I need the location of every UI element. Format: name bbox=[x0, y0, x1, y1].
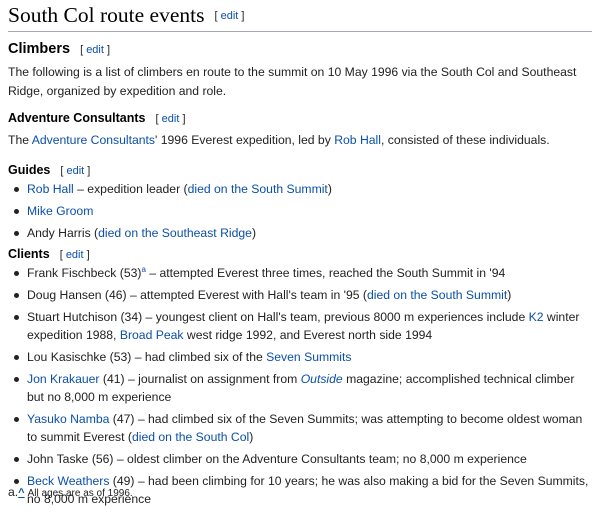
guide-end: ) bbox=[251, 226, 256, 240]
section-heading: South Col route events [ edit ] bbox=[8, 1, 592, 32]
outside-magazine-link[interactable]: Outside bbox=[301, 372, 343, 386]
climbers-edit-link[interactable]: edit bbox=[86, 44, 104, 56]
ac-title: Adventure Consultants bbox=[8, 111, 146, 125]
list-item: Stuart Hutchison (34) – youngest client … bbox=[8, 308, 592, 344]
guide-andy-harris: Andy Harris ( bbox=[27, 226, 99, 240]
client-end: ) bbox=[249, 430, 254, 444]
ac-text-2: ' 1996 Everest expedition, led by bbox=[155, 133, 335, 147]
ac-edit-link[interactable]: edit bbox=[162, 113, 180, 125]
client-text: Doug Hansen (46) – attempted Everest wit… bbox=[27, 288, 367, 302]
bullet-icon bbox=[14, 293, 19, 298]
guide-mike-groom-link[interactable]: Mike Groom bbox=[27, 204, 93, 218]
bullet-icon bbox=[14, 187, 19, 192]
clients-heading: Clients [ edit ] bbox=[8, 246, 90, 263]
clients-edit: [ edit ] bbox=[59, 249, 90, 261]
died-south-summit-link[interactable]: died on the South Summit bbox=[367, 288, 507, 302]
guides-heading: Guides [ edit ] bbox=[8, 162, 90, 179]
guides-edit-link[interactable]: edit bbox=[67, 165, 85, 177]
guides-title: Guides bbox=[8, 163, 51, 177]
bullet-icon bbox=[14, 417, 19, 422]
yasuko-namba-link[interactable]: Yasuko Namba bbox=[27, 412, 109, 426]
adventure-consultants-heading: Adventure Consultants [ edit ] bbox=[8, 110, 186, 127]
client-text: – attempted Everest three times, reached… bbox=[145, 266, 506, 280]
rob-hall-link[interactable]: Rob Hall bbox=[334, 133, 381, 147]
climbers-heading: Climbers [ edit ] bbox=[8, 40, 110, 59]
guides-edit: [ edit ] bbox=[60, 165, 91, 177]
list-item: Frank Fischbeck (53)a – attempted Everes… bbox=[8, 264, 592, 282]
bullet-icon bbox=[14, 457, 19, 462]
climbers-edit: [ edit ] bbox=[80, 44, 111, 56]
client-text: John Taske (56) – oldest climber on the … bbox=[27, 452, 527, 466]
clients-title: Clients bbox=[8, 247, 50, 261]
client-text: (47) – had climbed six of the Seven Summ… bbox=[27, 412, 583, 444]
section-edit: [ edit ] bbox=[214, 10, 245, 22]
guide-rob-hall-link[interactable]: Rob Hall bbox=[27, 182, 74, 196]
list-item: Doug Hansen (46) – attempted Everest wit… bbox=[8, 286, 592, 304]
client-text: Lou Kasischke (53) – had climbed six of … bbox=[27, 350, 267, 364]
list-item: Yasuko Namba (47) – had climbed six of t… bbox=[8, 410, 592, 446]
climbers-title: Climbers bbox=[8, 41, 71, 57]
client-text: west ridge 1992, and Everest north side … bbox=[183, 328, 433, 342]
died-south-col-link[interactable]: died on the South Col bbox=[132, 430, 249, 444]
clients-edit-link[interactable]: edit bbox=[66, 249, 84, 261]
jon-krakauer-link[interactable]: Jon Krakauer bbox=[27, 372, 100, 386]
bullet-icon bbox=[14, 355, 19, 360]
list-item: Jon Krakauer (41) – journalist on assign… bbox=[8, 370, 592, 406]
clients-list: Frank Fischbeck (53)a – attempted Everes… bbox=[8, 264, 592, 512]
ac-edit: [ edit ] bbox=[155, 113, 186, 125]
footnote: a.^ All ages are as of 1996. bbox=[8, 484, 133, 502]
client-text: Stuart Hutchison (34) – youngest client … bbox=[27, 310, 529, 324]
ac-paragraph: The Adventure Consultants' 1996 Everest … bbox=[8, 131, 592, 150]
bullet-icon bbox=[14, 315, 19, 320]
adventure-consultants-link[interactable]: Adventure Consultants bbox=[32, 133, 155, 147]
died-south-summit-link[interactable]: died on the South Summit bbox=[188, 182, 328, 196]
list-item: Mike Groom bbox=[8, 202, 592, 220]
footnote-text: All ages are as of 1996. bbox=[27, 488, 133, 499]
list-item: Rob Hall – expedition leader (died on th… bbox=[8, 180, 592, 198]
seven-summits-link[interactable]: Seven Summits bbox=[266, 350, 351, 364]
client-text: Frank Fischbeck (53) bbox=[27, 266, 142, 280]
list-item: Lou Kasischke (53) – had climbed six of … bbox=[8, 348, 592, 366]
list-item: Andy Harris (died on the Southeast Ridge… bbox=[8, 224, 592, 242]
client-text: (41) – journalist on assignment from bbox=[99, 372, 301, 386]
broad-peak-link[interactable]: Broad Peak bbox=[120, 328, 184, 342]
intro-paragraph: The following is a list of climbers en r… bbox=[8, 65, 577, 98]
list-item: John Taske (56) – oldest climber on the … bbox=[8, 450, 592, 468]
footnote-backlink[interactable]: ^ bbox=[18, 487, 24, 499]
bullet-icon bbox=[14, 377, 19, 382]
guides-list: Rob Hall – expedition leader (died on th… bbox=[8, 180, 592, 246]
bullet-icon bbox=[14, 209, 19, 214]
guide-desc: – expedition leader ( bbox=[73, 182, 188, 196]
footnote-label: a. bbox=[8, 485, 19, 499]
section-edit-link[interactable]: edit bbox=[221, 10, 239, 22]
section-title: South Col route events bbox=[8, 3, 205, 27]
bullet-icon bbox=[14, 231, 19, 236]
k2-link[interactable]: K2 bbox=[529, 310, 544, 324]
client-end: ) bbox=[507, 288, 512, 302]
died-southeast-ridge-link[interactable]: died on the Southeast Ridge bbox=[98, 226, 252, 240]
ac-text-3: , consisted of these individuals. bbox=[380, 133, 550, 147]
ac-text-1: The bbox=[8, 133, 32, 147]
guide-end: ) bbox=[327, 182, 332, 196]
bullet-icon bbox=[14, 271, 19, 276]
